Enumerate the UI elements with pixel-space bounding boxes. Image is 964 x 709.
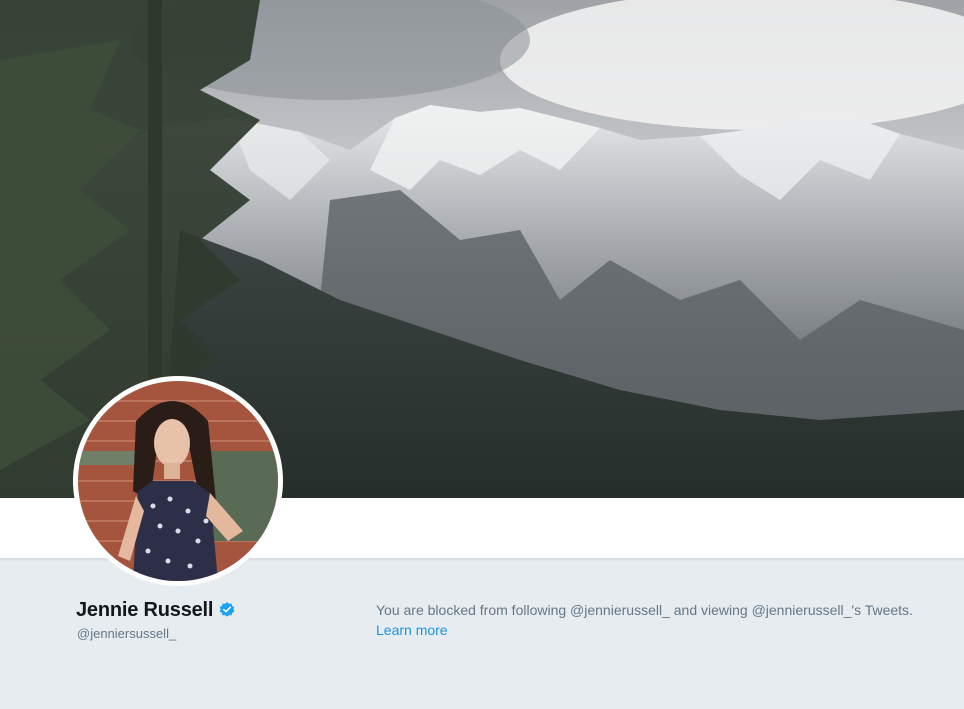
profile-avatar[interactable] xyxy=(73,376,283,586)
blocked-notice: You are blocked from following @jennieru… xyxy=(376,600,952,640)
blocked-notice-text: You are blocked from following @jennieru… xyxy=(376,602,913,618)
verified-badge-icon xyxy=(218,601,236,619)
profile-handle[interactable]: @jenniersussell_ xyxy=(77,626,176,641)
profile-name[interactable]: Jennie Russell xyxy=(76,599,213,622)
learn-more-link[interactable]: Learn more xyxy=(376,622,448,638)
profile-name-row: Jennie Russell xyxy=(76,598,236,622)
